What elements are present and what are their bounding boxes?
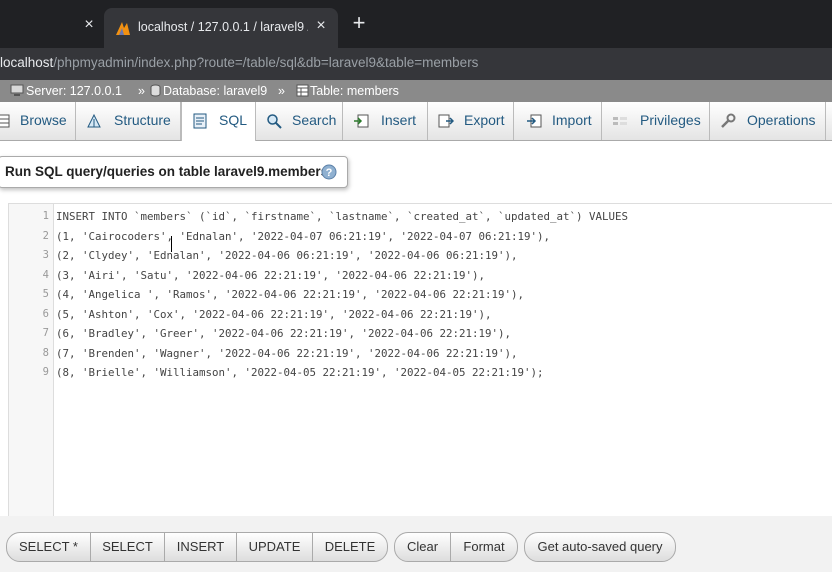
export-icon <box>438 114 454 128</box>
breadcrumb-separator: » <box>278 84 285 98</box>
structure-icon <box>87 113 101 128</box>
code-line: (1, 'Cairocoders', 'Ednalan', '2022-04-0… <box>56 229 551 243</box>
browser-tab-active[interactable]: localhost / 127.0.0.1 / laravel9 / r × <box>104 8 338 48</box>
select-all-button[interactable]: SELECT * <box>7 533 91 561</box>
tab-privileges[interactable]: Privileges <box>602 102 710 140</box>
tab-label: Structure <box>114 112 171 128</box>
tab-operations[interactable]: Operations <box>710 102 826 140</box>
update-button[interactable]: UPDATE <box>237 533 313 561</box>
tab-label: Search <box>292 112 337 128</box>
line-number-gutter: 1 2 3 4 5 6 7 8 9 <box>9 204 54 516</box>
sql-icon <box>193 113 207 129</box>
search-icon <box>267 114 282 129</box>
delete-button[interactable]: DELETE <box>313 533 387 561</box>
text-cursor-icon <box>171 236 172 252</box>
format-button[interactable]: Format <box>451 533 517 561</box>
tab-label: Export <box>464 112 505 128</box>
server-icon <box>10 84 24 96</box>
tab-search[interactable]: Search <box>256 102 343 140</box>
tab-label: Import <box>552 112 592 128</box>
breadcrumb-server[interactable]: Server: 127.0.0.1 <box>26 84 122 98</box>
line-number: 8 <box>42 346 49 359</box>
privileges-icon <box>613 117 627 125</box>
tab-label: Operations <box>747 112 816 128</box>
select-button[interactable]: SELECT <box>91 533 165 561</box>
line-number: 6 <box>42 307 49 320</box>
tab-structure[interactable]: Structure <box>76 102 181 140</box>
wrench-icon <box>721 113 736 128</box>
insert-icon <box>354 114 369 128</box>
database-icon <box>150 84 161 97</box>
code-line: (7, 'Brenden', 'Wagner', '2022-04-06 22:… <box>56 346 518 360</box>
line-number: 4 <box>42 268 49 281</box>
table-icon <box>296 84 309 97</box>
edit-button-group: Clear Format <box>394 532 518 562</box>
code-line: INSERT INTO `members` (`id`, `firstname`… <box>56 210 629 223</box>
code-line: (6, 'Bradley', 'Greer', '2022-04-06 22:2… <box>56 327 512 340</box>
code-line: (3, 'Airi', 'Satu', '2022-04-06 22:21:19… <box>56 268 486 282</box>
breadcrumb-database[interactable]: Database: laravel9 <box>163 84 267 98</box>
tab-close-icon[interactable]: × <box>312 17 330 35</box>
svg-text:?: ? <box>326 167 333 179</box>
sql-editor[interactable]: 1 2 3 4 5 6 7 8 9 INSERT INTO `members` … <box>8 203 832 517</box>
query-button-bar: SELECT * SELECT INSERT UPDATE DELETE Cle… <box>0 516 832 572</box>
query-template-button-group: SELECT * SELECT INSERT UPDATE DELETE <box>6 532 388 562</box>
tab-import[interactable]: Import <box>514 102 602 140</box>
tab-close-icon[interactable]: × <box>80 16 98 34</box>
sql-query-legend-label: Run SQL query/queries on table laravel9.… <box>5 164 333 179</box>
help-icon[interactable]: ? <box>321 164 337 180</box>
breadcrumb-table[interactable]: Table: members <box>310 84 399 98</box>
get-auto-saved-query-button[interactable]: Get auto-saved query <box>524 532 676 562</box>
phpmyadmin-favicon-icon <box>116 22 130 35</box>
code-line: (4, 'Angelica ', 'Ramos', '2022-04-06 22… <box>56 288 525 301</box>
line-number: 9 <box>42 366 49 378</box>
tab-label: Insert <box>381 112 417 128</box>
breadcrumb-separator: » <box>138 84 145 98</box>
insert-button[interactable]: INSERT <box>165 533 237 561</box>
tab-export[interactable]: Export <box>428 102 514 140</box>
code-line: (5, 'Ashton', 'Cox', '2022-04-06 22:21:1… <box>56 307 492 321</box>
line-number: 5 <box>42 288 49 300</box>
browser-tab-strip: × localhost / 127.0.0.1 / laravel9 / r ×… <box>0 0 832 48</box>
line-number: 1 <box>42 210 49 222</box>
url-path: /phpmyadmin/index.php?route=/table/sql&d… <box>53 55 479 70</box>
sql-query-legend: Run SQL query/queries on table laravel9.… <box>0 156 348 188</box>
browse-icon <box>0 114 10 128</box>
breadcrumb: Server: 127.0.0.1 » Database: laravel9 »… <box>0 80 832 102</box>
code-line: (2, 'Clydey', 'Ednalan', '2022-04-06 06:… <box>56 249 518 262</box>
tab-label: Privileges <box>640 112 701 128</box>
url-text[interactable]: localhost/phpmyadmin/index.php?route=/ta… <box>0 55 478 70</box>
address-bar[interactable]: localhost/phpmyadmin/index.php?route=/ta… <box>0 48 832 80</box>
import-icon <box>527 114 542 128</box>
tab-title: localhost / 127.0.0.1 / laravel9 / r <box>138 20 308 34</box>
code-line: (8, 'Brielle', 'Williamson', '2022-04-05… <box>56 366 544 379</box>
line-number: 2 <box>42 229 49 242</box>
line-number: 3 <box>42 249 49 261</box>
tab-insert[interactable]: Insert <box>343 102 428 140</box>
tab-browse[interactable]: Browse <box>0 102 76 140</box>
url-host: localhost <box>0 55 54 70</box>
new-tab-icon[interactable]: + <box>348 12 370 34</box>
browser-tab-inactive[interactable]: × <box>0 6 104 48</box>
table-nav-tabs: Browse Structure SQL Search Insert Expor… <box>0 102 832 141</box>
tab-sql[interactable]: SQL <box>181 102 256 141</box>
clear-button[interactable]: Clear <box>395 533 451 561</box>
line-number: 7 <box>42 327 49 339</box>
tab-label: SQL <box>219 112 248 128</box>
tab-label: Browse <box>20 112 67 128</box>
